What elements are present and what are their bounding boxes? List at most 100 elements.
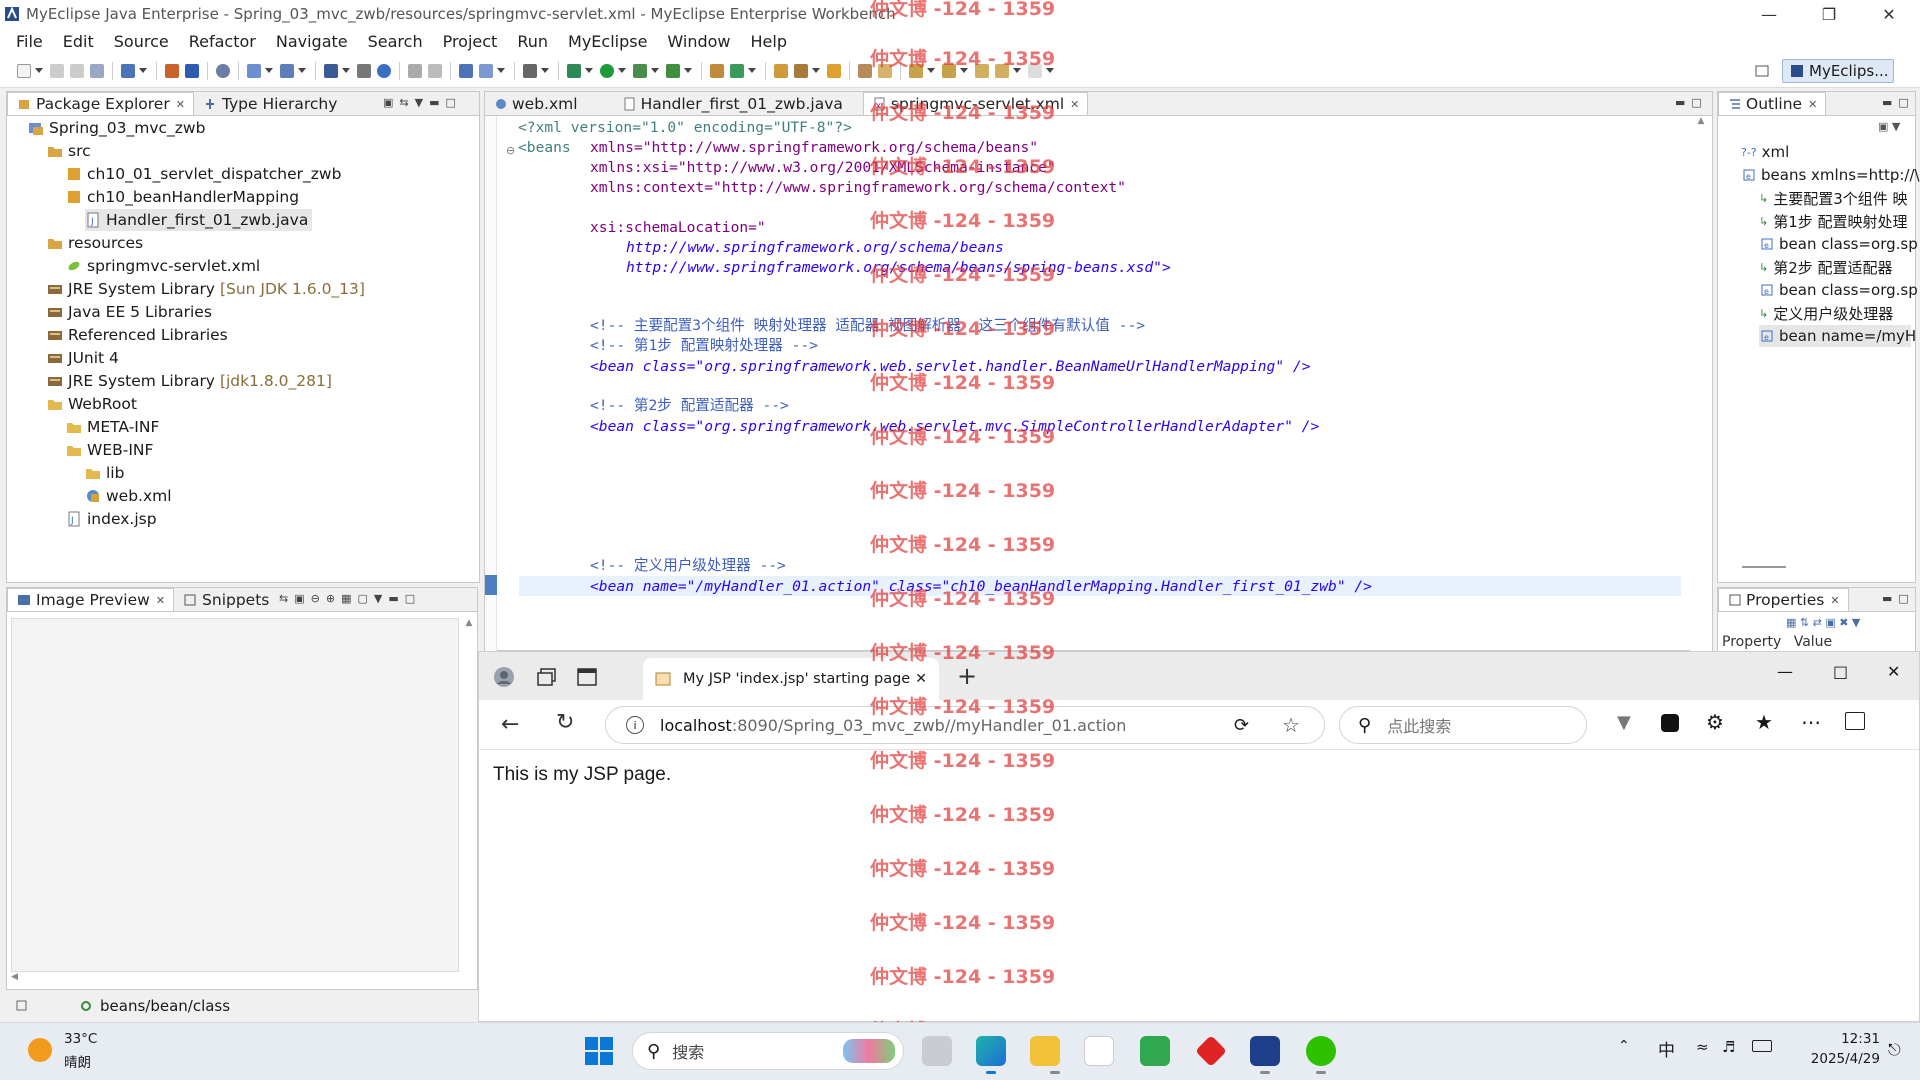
task-icon[interactable] (878, 63, 892, 78)
vertical-tabs-icon[interactable] (577, 668, 597, 690)
view-menu-icon[interactable]: ▼ (415, 96, 423, 109)
save-all-icon[interactable] (70, 63, 84, 78)
tab-package-explorer[interactable]: Package Explorer ✕ (7, 92, 194, 115)
close-button[interactable]: ✕ (1860, 0, 1918, 28)
new-tab-icon[interactable]: + (957, 662, 977, 690)
tree-item-library[interactable]: Referenced Libraries (47, 324, 228, 346)
collapse-all-icon[interactable]: ▣ ▼ (1878, 120, 1900, 133)
more-menu-icon[interactable]: ⋯ (1801, 710, 1821, 734)
workspaces-icon[interactable] (537, 668, 557, 690)
tree-item-library[interactable]: JRE System Library [jdk1.8.0_281] (47, 370, 332, 392)
wizard-icon[interactable] (247, 63, 261, 78)
tab-springmvc-servlet-xml[interactable]: x springmvc-servlet.xml ✕ (862, 92, 1089, 115)
tree-item-webroot[interactable]: WebRoot (47, 393, 137, 415)
code-comment[interactable]: <!-- 第1步 配置映射处理器 --> (590, 336, 818, 356)
browser-maximize-button[interactable]: □ (1833, 662, 1848, 681)
minimize-view-icon[interactable]: ▬ (1882, 96, 1892, 109)
sync-icon[interactable]: ⇆ (279, 592, 288, 605)
outline-scrollbar[interactable] (1742, 566, 1786, 568)
windows-start-icon[interactable] (584, 1036, 614, 1070)
uml-icon[interactable] (280, 63, 294, 78)
tree-item-package[interactable]: ch10_01_servlet_dispatcher_zwb (66, 163, 341, 185)
menu-search[interactable]: Search (358, 32, 433, 51)
close-browser-tab-icon[interactable]: ✕ (915, 671, 927, 687)
code-line[interactable]: xmlns:context="http://www.springframewor… (590, 178, 1126, 198)
browser-search-box[interactable]: ⚲ 点此搜索 (1339, 706, 1587, 744)
back-icon[interactable] (995, 63, 1009, 78)
sync-icon[interactable] (428, 63, 442, 78)
menu-window[interactable]: Window (657, 32, 740, 51)
browser-minimize-button[interactable]: — (1777, 662, 1793, 681)
clock-date[interactable]: 2025/4/29 (1798, 1051, 1880, 1067)
close-tab-icon[interactable]: ✕ (1830, 594, 1839, 607)
ime-indicator[interactable]: 中 (1658, 1036, 1675, 1061)
wifi-icon[interactable]: ≈ (1696, 1038, 1709, 1056)
fit-icon[interactable]: ▣ (294, 592, 304, 605)
microsoft-store-icon[interactable] (1084, 1036, 1114, 1066)
tab-web-xml[interactable]: web.xml (485, 92, 586, 115)
properties-toolbar-icons[interactable]: ▦ ⇅ ⇄ ▣ ✖ ▼ (1786, 616, 1860, 629)
perspective-button[interactable]: MyEclips... (1782, 59, 1894, 83)
code-comment[interactable]: <!-- 主要配置3个组件 映射处理器 适配器 视图解析器 这三个组件有默认值 … (590, 316, 1145, 336)
tree-item-xml-file[interactable]: springmvc-servlet.xml (66, 255, 260, 277)
deploy-icon[interactable] (165, 63, 179, 78)
zoom-out-icon[interactable]: ⊖ (311, 592, 320, 605)
report-icon[interactable] (357, 63, 371, 78)
browser-tab-active[interactable]: My JSP 'index.jsp' starting page ✕ (643, 658, 939, 700)
new-package-icon[interactable] (710, 63, 724, 78)
tab-properties[interactable]: Properties ✕ (1718, 588, 1849, 611)
code-line[interactable]: <bean name="/myHandler_01.action" class=… (590, 577, 1372, 597)
close-tab-icon[interactable]: ✕ (1808, 98, 1817, 111)
edit-icon[interactable] (794, 63, 808, 78)
info-icon[interactable]: i (626, 716, 644, 734)
view-menu-icon[interactable]: ▼ (374, 592, 382, 605)
tree-item-project[interactable]: Spring_03_mvc_zwb (28, 117, 205, 139)
clock-time[interactable]: 12:31 (1830, 1031, 1880, 1047)
menu-navigate[interactable]: Navigate (266, 32, 358, 51)
code-line[interactable]: http://www.springframework.org/schema/be… (626, 258, 1171, 278)
code-comment[interactable]: <!-- 定义用户级处理器 --> (590, 556, 786, 576)
code-line[interactable]: xmlns="http://www.springframework.org/sc… (590, 138, 1038, 158)
code-line[interactable]: <beans (518, 138, 571, 158)
tree-item-src[interactable]: src (47, 140, 91, 162)
menu-myeclipse[interactable]: MyEclipse (558, 32, 657, 51)
actual-size-icon[interactable]: ▦ (341, 592, 351, 605)
tab-image-preview[interactable]: Image Preview ✕ (7, 588, 175, 611)
weather-desc[interactable]: 晴朗 (64, 1051, 91, 1071)
app-green-icon[interactable] (1140, 1036, 1170, 1066)
tree-item-library[interactable]: JRE System Library [Sun JDK 1.6.0_13] (47, 278, 365, 300)
database-icon[interactable] (216, 63, 230, 78)
vertical-scrollbar[interactable]: ▲ (463, 618, 475, 972)
extension-icon[interactable] (1661, 714, 1679, 732)
tree-item-java-file[interactable]: J Handler_first_01_zwb.java (85, 209, 313, 231)
search-toolbar-icon[interactable] (827, 63, 841, 78)
code-line[interactable]: http://www.springframework.org/schema/be… (626, 238, 1004, 258)
edge-browser-icon[interactable] (976, 1036, 1006, 1066)
open-type-icon[interactable] (459, 63, 473, 78)
refresh-icon[interactable]: ↻ (556, 710, 574, 735)
fold-toggle-icon[interactable]: ⊖ (506, 144, 515, 157)
battery-icon[interactable] (1752, 1040, 1772, 1052)
weather-sun-icon[interactable] (28, 1038, 52, 1062)
code-line[interactable]: xsi:schemaLocation=" (590, 218, 766, 238)
save-icon[interactable] (50, 63, 64, 78)
new-web-project-icon[interactable] (121, 63, 135, 78)
menu-refactor[interactable]: Refactor (179, 32, 266, 51)
tree-item-folder[interactable]: lib (85, 462, 124, 484)
tab-handler-java[interactable]: Handler_first_01_zwb.java (614, 92, 851, 115)
task-view-icon[interactable] (922, 1036, 952, 1066)
menu-run[interactable]: Run (507, 32, 558, 51)
outline-item-comment[interactable]: ↳ 主要配置3个组件 映 (1759, 187, 1908, 209)
code-line[interactable]: <?xml version="1.0" encoding="UTF-8"?> (518, 118, 852, 138)
address-bar[interactable]: i localhost:8090/Spring_03_mvc_zwb//myHa… (605, 706, 1325, 744)
tray-chevron-icon[interactable]: ⌃ (1618, 1038, 1630, 1054)
tree-item-package[interactable]: ch10_beanHandlerMapping (66, 186, 299, 208)
wechat-icon[interactable] (1306, 1036, 1336, 1066)
console-icon[interactable] (523, 63, 537, 78)
favorites-icon[interactable]: ★ (1755, 710, 1773, 734)
link-editor-icon[interactable]: ⇆ (399, 96, 408, 109)
annotation-icon[interactable] (858, 63, 872, 78)
taskbar-search-box[interactable]: ⚲ 搜索 (632, 1032, 904, 1070)
new-class-icon[interactable] (730, 63, 744, 78)
horizontal-scrollbar[interactable]: ◀ (11, 972, 459, 986)
